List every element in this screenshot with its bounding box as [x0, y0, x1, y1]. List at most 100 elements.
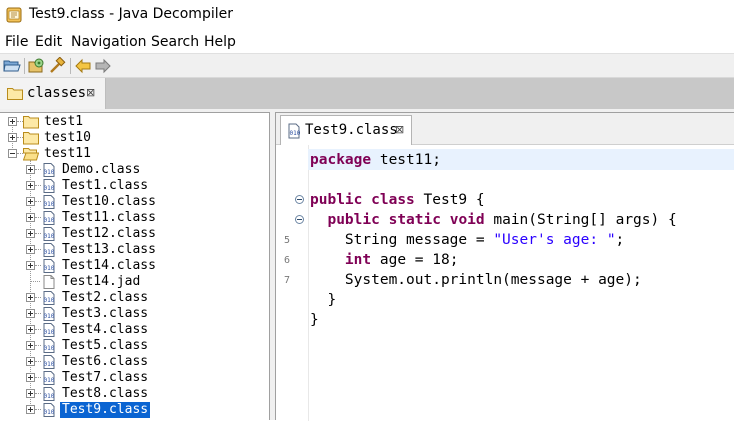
- tree-item[interactable]: 010 Test1.class: [0, 178, 268, 194]
- folder-icon: [23, 116, 39, 129]
- collapse-icon[interactable]: [295, 195, 304, 204]
- code-line: }: [310, 310, 319, 330]
- tree-item-label: Test6.class: [62, 354, 149, 369]
- expand-icon[interactable]: [26, 261, 35, 270]
- tree-item-label: Test8.class: [62, 386, 149, 401]
- menu-bar: File Edit Navigation Search Help: [0, 31, 734, 53]
- class-file-icon: 010: [43, 179, 55, 193]
- expand-icon[interactable]: [26, 357, 35, 366]
- svg-text:010: 010: [44, 345, 55, 352]
- svg-text:010: 010: [44, 185, 55, 192]
- toolbar-separator: [24, 58, 25, 74]
- svg-text:010: 010: [290, 130, 301, 137]
- menu-navigation[interactable]: Navigation: [71, 34, 147, 50]
- class-file-icon: 010: [43, 259, 55, 273]
- tree-item-label: Test2.class: [62, 290, 149, 305]
- tab-test9-class[interactable]: 010 Test9.class ⊠: [280, 115, 412, 145]
- keyword-token: int: [344, 252, 372, 268]
- tree-item[interactable]: 010 Test5.class: [0, 338, 268, 354]
- keyword-token: public: [310, 192, 363, 208]
- menu-edit[interactable]: Edit: [35, 34, 62, 50]
- class-file-icon: 010: [43, 339, 55, 353]
- expand-icon[interactable]: [26, 405, 35, 414]
- package-tree[interactable]: test1 test10 test11 010 Demo.class 010 Test1.c…: [0, 112, 270, 420]
- open-type-icon[interactable]: [28, 57, 46, 75]
- collapse-icon[interactable]: [295, 215, 304, 224]
- svg-text:010: 010: [44, 169, 55, 176]
- tree-item[interactable]: 010 Test9.class: [0, 402, 268, 418]
- tree-item[interactable]: test1: [0, 114, 268, 130]
- tree-item[interactable]: 010 Test10.class: [0, 194, 268, 210]
- tree-item-label: test1: [44, 114, 84, 129]
- forward-arrow-icon[interactable]: [94, 57, 112, 75]
- tree-item[interactable]: 010 Test3.class: [0, 306, 268, 322]
- svg-text:010: 010: [44, 233, 55, 240]
- string-token: "User's age: ": [493, 232, 616, 248]
- class-file-icon: 010: [43, 291, 55, 305]
- tree-item-label: Test13.class: [62, 242, 156, 257]
- tree-item-label: Test11.class: [62, 210, 156, 225]
- menu-search[interactable]: Search: [151, 34, 199, 50]
- window-title: Test9.class - Java Decompiler: [29, 6, 233, 22]
- keyword-token: static: [388, 212, 441, 228]
- tree-item-label: Demo.class: [62, 162, 141, 177]
- expand-icon[interactable]: [26, 293, 35, 302]
- expand-icon[interactable]: [26, 341, 35, 350]
- expand-icon[interactable]: [26, 309, 35, 318]
- tree-item[interactable]: 010 Test12.class: [0, 226, 268, 242]
- expand-icon[interactable]: [26, 229, 35, 238]
- class-file-icon: 010: [43, 195, 55, 209]
- tree-item[interactable]: 010 Test8.class: [0, 386, 268, 402]
- close-icon[interactable]: ⊠: [86, 86, 95, 99]
- tree-item[interactable]: 010 Test2.class: [0, 290, 268, 306]
- tab-classes[interactable]: classes ⊠: [0, 78, 106, 109]
- open-folder-icon[interactable]: [3, 57, 21, 75]
- expand-icon[interactable]: [8, 133, 17, 142]
- keyword-token: void: [449, 212, 485, 228]
- menu-file[interactable]: File: [5, 34, 28, 50]
- expand-icon[interactable]: [26, 165, 35, 174]
- tree-item-label: test10: [44, 130, 91, 145]
- close-icon[interactable]: ⊠: [395, 123, 404, 136]
- source-code-view[interactable]: package test11; public class Test9 { publ…: [308, 145, 734, 421]
- class-file-icon: 010: [43, 387, 55, 401]
- menu-help[interactable]: Help: [204, 34, 236, 50]
- expand-icon[interactable]: [26, 245, 35, 254]
- back-arrow-icon[interactable]: [74, 57, 92, 75]
- keyword-token: package: [310, 152, 372, 168]
- tree-item[interactable]: test10: [0, 130, 268, 146]
- tree-item[interactable]: 010 Test14.class: [0, 258, 268, 274]
- tree-item[interactable]: 010 Test4.class: [0, 322, 268, 338]
- code-line: int age = 18;: [310, 250, 459, 270]
- class-file-icon: 010: [43, 163, 55, 177]
- tree-item[interactable]: Test14.jad: [0, 274, 268, 290]
- tree-item[interactable]: 010 Test11.class: [0, 210, 268, 226]
- tree-item[interactable]: 010 Test6.class: [0, 354, 268, 370]
- code-line: package test11;: [310, 150, 441, 170]
- open-folder-icon: [23, 148, 39, 161]
- folder-icon: [7, 88, 23, 100]
- class-file-icon: 010: [43, 307, 55, 321]
- tree-item[interactable]: 010 Demo.class: [0, 162, 268, 178]
- expand-icon[interactable]: [26, 325, 35, 334]
- expand-icon[interactable]: [26, 389, 35, 398]
- search-hammer-icon[interactable]: [48, 57, 66, 75]
- expand-icon[interactable]: [26, 373, 35, 382]
- tree-item[interactable]: 010 Test7.class: [0, 370, 268, 386]
- code-token: String message =: [310, 232, 494, 248]
- svg-text:010: 010: [44, 377, 55, 384]
- code-line: }: [310, 290, 336, 310]
- collapse-icon[interactable]: [8, 149, 17, 158]
- java-decompiler-app-icon: [6, 7, 22, 23]
- expand-icon[interactable]: [26, 213, 35, 222]
- folder-icon: [23, 132, 39, 145]
- expand-icon[interactable]: [26, 181, 35, 190]
- svg-text:010: 010: [44, 201, 55, 208]
- tree-item[interactable]: test11: [0, 146, 268, 162]
- tree-item-label: Test3.class: [62, 306, 149, 321]
- expand-icon[interactable]: [26, 197, 35, 206]
- tree-item[interactable]: 010 Test13.class: [0, 242, 268, 258]
- expand-icon[interactable]: [8, 117, 17, 126]
- line-number-gutter: 5 6 7: [276, 145, 309, 421]
